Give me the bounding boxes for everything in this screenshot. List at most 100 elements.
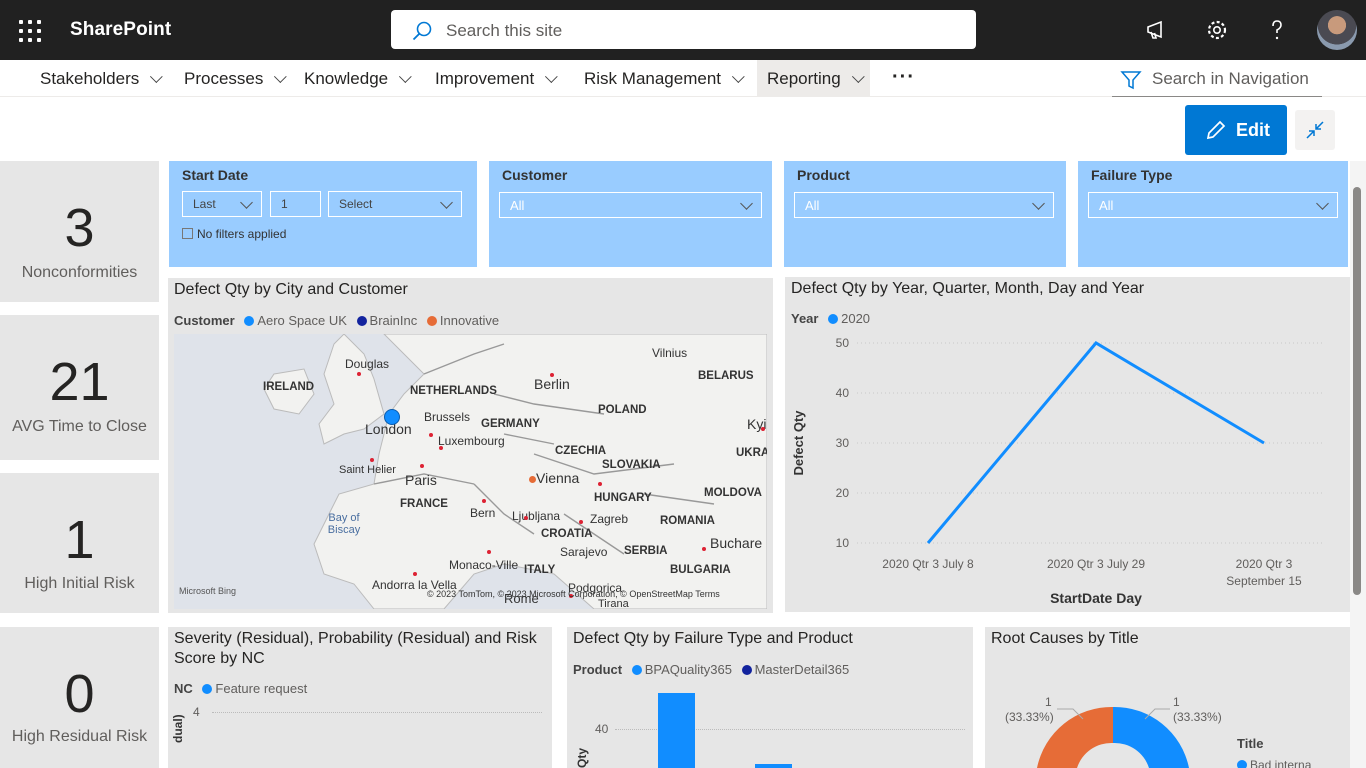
legend-dot [1237, 760, 1247, 768]
filter-icon [1120, 71, 1142, 90]
customer-dropdown[interactable]: All [499, 192, 762, 218]
calendar-icon [182, 228, 193, 239]
visual-title: Defect Qty by Failure Type and Product [573, 630, 853, 647]
visual-title: Defect Qty by City and Customer [174, 281, 408, 298]
chevron-down-icon [731, 70, 745, 84]
y-tick-label: 50 [836, 336, 850, 350]
map-bubble-vienna[interactable] [529, 476, 536, 483]
data-label: 1 [1173, 695, 1180, 709]
kpi-value: 0 [64, 664, 95, 724]
x-tick-label: September 15 [1226, 574, 1302, 588]
collapse-button[interactable] [1295, 110, 1335, 150]
kpi-value: 3 [64, 198, 95, 258]
kpi-label: AVG Time to Close [12, 418, 147, 435]
relative-date-mode-select[interactable]: Last [182, 191, 262, 217]
power-bi-report: 3 Nonconformities 21 AVG Time to Close 1… [0, 161, 1350, 768]
severity-visual[interactable]: Severity (Residual), Probability (Residu… [168, 627, 552, 768]
x-tick-label: 2020 Qtr 3 July 8 [882, 557, 974, 571]
x-axis-label: StartDate Day [1050, 590, 1142, 606]
chevron-down-icon [440, 196, 453, 209]
nav-item-reporting[interactable]: Reporting [757, 60, 870, 97]
map-visual[interactable]: Defect Qty by City and Customer Customer… [168, 278, 773, 613]
map-canvas[interactable]: IRELAND NETHERLANDS GERMANY POLAND BELAR… [174, 334, 767, 609]
suite-bar: SharePoint Search this site [0, 0, 1366, 60]
gear-icon[interactable] [1205, 18, 1229, 42]
chevron-down-icon [150, 70, 163, 84]
x-tick-label: 2020 Qtr 3 July 29 [1047, 557, 1145, 571]
slicer-title: Customer [502, 167, 568, 183]
x-tick-label: 2020 Qtr 3 [1236, 557, 1293, 571]
y-axis-label: dual) [171, 714, 185, 743]
data-label: 1 [1045, 695, 1052, 709]
donut-chart-plot[interactable] [985, 627, 1350, 768]
y-tick: 40 [595, 722, 609, 736]
y-tick-label: 40 [836, 386, 850, 400]
app-launcher-icon[interactable] [19, 20, 41, 42]
bar-legend: Product BPAQuality365 MasterDetail365 [573, 662, 850, 677]
legend-dot [631, 665, 642, 675]
nav-search-box[interactable]: Search in Navigation [1112, 64, 1322, 97]
nav-item-stakeholders[interactable]: Stakeholders [40, 60, 163, 97]
scrollbar-thumb[interactable] [1353, 187, 1361, 595]
y-tick-label: 10 [836, 536, 850, 550]
nav-item-improvement[interactable]: Improvement [435, 60, 558, 97]
product-dropdown[interactable]: All [794, 192, 1054, 218]
site-search-box[interactable]: Search this site [391, 10, 976, 49]
chevron-down-icon [545, 70, 558, 84]
sea-label: Bay of Biscay [327, 512, 361, 536]
slicer-failure-type: Failure Type All [1078, 161, 1348, 267]
bar[interactable] [658, 693, 695, 768]
chevron-down-icon [1032, 197, 1045, 210]
chevron-down-icon [851, 70, 865, 84]
chevron-down-icon [240, 196, 253, 209]
y-tick-label: 20 [836, 486, 850, 500]
slicer-start-date: Start Date Last 1 Select No filters appl… [169, 161, 477, 267]
kpi-card-nonconformities[interactable]: 3 Nonconformities [0, 161, 159, 302]
help-icon[interactable] [1265, 18, 1289, 42]
nav-search-placeholder: Search in Navigation [1152, 69, 1309, 88]
line-chart-visual[interactable]: Defect Qty by Year, Quarter, Month, Day … [785, 277, 1350, 612]
avatar[interactable] [1317, 10, 1357, 50]
map-bubble-london[interactable] [384, 409, 400, 425]
map-provider-logo: Microsoft Bing [179, 586, 237, 596]
y-tick-label: 30 [836, 436, 850, 450]
chevron-down-icon [1316, 197, 1329, 210]
nav-more-button[interactable]: ··· [892, 60, 915, 94]
bar[interactable] [755, 764, 792, 768]
donut-legend-title: Title [1237, 736, 1264, 751]
y-tick: 4 [193, 705, 200, 719]
map-legend: Customer Aero Space UK BrainInc Innovati… [174, 313, 500, 328]
slicer-title: Start Date [182, 167, 249, 183]
kpi-value: 21 [49, 352, 110, 412]
kpi-card-high-residual-risk[interactable]: 0 High Residual Risk [0, 627, 159, 768]
map-attribution[interactable]: © 2023 TomTom, © 2023 Microsoft Corporat… [427, 589, 720, 599]
relative-date-count-input[interactable]: 1 [270, 191, 321, 217]
chevron-down-icon [740, 197, 753, 210]
bar-chart-visual[interactable]: Defect Qty by Failure Type and Product P… [567, 627, 973, 768]
megaphone-icon[interactable] [1145, 18, 1169, 42]
relative-date-unit-select[interactable]: Select [328, 191, 462, 217]
donut-legend-item[interactable]: Bad interna [1237, 758, 1311, 768]
slicer-title: Failure Type [1091, 167, 1173, 183]
line-chart-plot[interactable]: 10 20 30 40 50 2020 Qtr 3 July 8 2020 Qtr 3 Ju… [785, 277, 1350, 612]
edit-button[interactable]: Edit [1185, 105, 1287, 155]
legend-dot [741, 665, 752, 675]
app-title[interactable]: SharePoint [70, 19, 171, 41]
chevron-down-icon [274, 70, 288, 84]
kpi-label: Nonconformities [21, 264, 138, 281]
visual-title: Severity (Residual), Probability (Residu… [174, 630, 537, 667]
kpi-card-high-initial-risk[interactable]: 1 High Initial Risk [0, 473, 159, 613]
donut-chart-visual[interactable]: Root Causes by Title 1 (33.33%) 1 (33.33… [985, 627, 1350, 768]
data-label: (33.33%) [1005, 710, 1054, 724]
legend-dot [244, 316, 255, 326]
nav-item-knowledge[interactable]: Knowledge [304, 60, 412, 97]
slicer-product: Product All [784, 161, 1066, 267]
legend-dot [356, 316, 367, 326]
nav-item-processes[interactable]: Processes [184, 60, 288, 97]
vertical-scrollbar[interactable] [1350, 161, 1366, 768]
kpi-card-avg-time-to-close[interactable]: 21 AVG Time to Close [0, 315, 159, 460]
y-axis-label: Defect Qty [791, 410, 806, 476]
failure-type-dropdown[interactable]: All [1088, 192, 1338, 218]
nav-item-risk-management[interactable]: Risk Management [584, 60, 745, 97]
y-axis-label: Qty [575, 747, 589, 768]
